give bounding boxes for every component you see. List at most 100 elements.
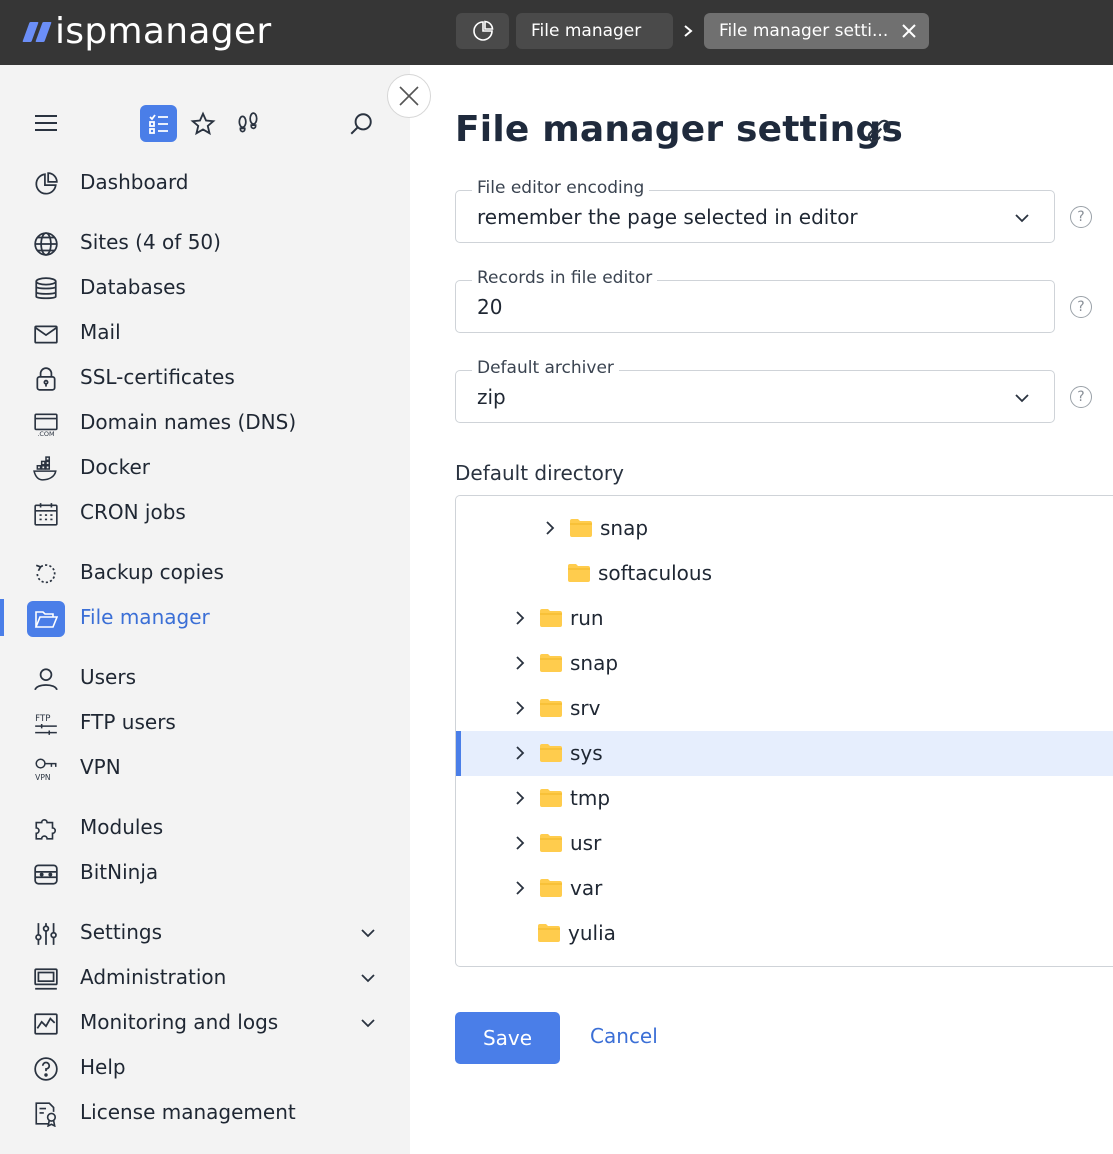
- tree-row[interactable]: usr: [456, 821, 1113, 866]
- sidebar-item-label: Administration: [80, 965, 227, 989]
- folder-icon: [540, 879, 562, 897]
- chevron-right-icon[interactable]: [511, 609, 529, 627]
- sidebar-item-bitninja[interactable]: BitNinja: [0, 854, 410, 894]
- sidebar-item-label: Backup copies: [80, 560, 224, 584]
- sidebar-item-dashboard[interactable]: Dashboard: [0, 164, 410, 204]
- sidebar-item-ssl[interactable]: SSL-certificates: [0, 359, 410, 399]
- list-view-button[interactable]: [140, 105, 177, 142]
- chevron-right-icon[interactable]: [541, 519, 559, 537]
- sidebar-item-label: VPN: [80, 755, 121, 779]
- svg-text:VPN: VPN: [35, 773, 50, 782]
- sidebar-item-modules[interactable]: Modules: [0, 809, 410, 849]
- sidebar-item-label: Settings: [80, 920, 163, 944]
- chevron-right-icon[interactable]: [511, 654, 529, 672]
- logo-mark-icon: [22, 22, 52, 42]
- field-value: zip: [477, 385, 506, 409]
- tree-row[interactable]: var: [456, 866, 1113, 911]
- tree-row[interactable]: yulia: [456, 911, 1113, 956]
- footprints-icon[interactable]: [235, 111, 261, 137]
- tree-row[interactable]: snap: [456, 506, 1113, 551]
- sidebar-item-mail[interactable]: Mail: [0, 314, 410, 354]
- chevron-right-icon[interactable]: [511, 744, 529, 762]
- sidebar-item-label: Docker: [80, 455, 151, 479]
- tree-row[interactable]: softaculous: [456, 551, 1113, 596]
- breadcrumb-current-tab[interactable]: File manager setti...: [704, 13, 929, 49]
- records-input[interactable]: Records in file editor 20: [455, 268, 1055, 333]
- tree-row[interactable]: sys: [456, 731, 1113, 776]
- license-icon: [35, 1102, 57, 1127]
- tree-row[interactable]: tmp: [456, 776, 1113, 821]
- directory-tree[interactable]: snap softaculous run snap srv sys tmp usr var yul…: [455, 495, 1113, 967]
- sidebar-item-label: File manager: [80, 605, 210, 629]
- sidebar-item-databases[interactable]: Databases: [0, 269, 410, 309]
- sidebar-item-dns[interactable]: .COM Domain names (DNS): [0, 404, 410, 444]
- tree-item-label: usr: [570, 831, 602, 855]
- sidebar-item-users[interactable]: Users: [0, 659, 410, 699]
- field-value: remember the page selected in editor: [477, 205, 858, 229]
- logo-text: ispmanager: [55, 10, 272, 52]
- chevron-down-icon[interactable]: [358, 923, 378, 943]
- sidebar-item-vpn[interactable]: VPN VPN: [0, 749, 410, 789]
- tree-row[interactable]: run: [456, 596, 1113, 641]
- chevron-right-icon[interactable]: [511, 834, 529, 852]
- sidebar-item-help[interactable]: Help: [0, 1049, 410, 1089]
- bitninja-icon: [34, 864, 58, 885]
- sidebar-item-license[interactable]: License management: [0, 1094, 410, 1134]
- link-icon[interactable]: [865, 117, 893, 145]
- sidebar-item-docker[interactable]: Docker: [0, 449, 410, 489]
- archiver-select[interactable]: Default archiver zip: [455, 358, 1055, 423]
- encoding-select[interactable]: File editor encoding remember the page s…: [455, 178, 1055, 243]
- folder-open-icon: [27, 601, 65, 637]
- chevron-right-icon[interactable]: [511, 789, 529, 807]
- tree-row[interactable]: snap: [456, 641, 1113, 686]
- sidebar-item-label: Mail: [80, 320, 121, 344]
- sidebar-item-ftp-users[interactable]: FTP FTP users: [0, 704, 410, 744]
- logo[interactable]: ispmanager: [22, 8, 272, 54]
- tree-item-label: var: [570, 876, 603, 900]
- top-bar: ispmanager File manager File manager set…: [0, 0, 1113, 65]
- breadcrumb-file-manager[interactable]: File manager: [516, 13, 673, 49]
- chevron-down-icon[interactable]: [358, 1013, 378, 1033]
- help-icon[interactable]: ?: [1070, 386, 1092, 408]
- user-icon: [34, 668, 58, 691]
- chevron-down-icon[interactable]: [358, 968, 378, 988]
- field-value: 20: [477, 295, 503, 319]
- close-sidebar-button[interactable]: [387, 74, 431, 118]
- close-tab-icon[interactable]: [899, 21, 919, 41]
- field-label: Default archiver: [472, 358, 619, 378]
- vpn-icon: VPN: [35, 758, 57, 782]
- help-icon[interactable]: ?: [1070, 296, 1092, 318]
- star-icon[interactable]: [190, 111, 216, 137]
- chevron-right-icon[interactable]: [511, 879, 529, 897]
- help-icon[interactable]: ?: [1070, 206, 1092, 228]
- sidebar-item-file-manager[interactable]: File manager: [0, 599, 410, 639]
- database-icon: [35, 277, 57, 300]
- tree-row[interactable]: srv: [456, 686, 1113, 731]
- menu-icon[interactable]: [34, 113, 58, 133]
- tree-item-label: snap: [570, 651, 619, 675]
- search-icon[interactable]: [348, 111, 374, 137]
- breadcrumb-label: File manager setti...: [719, 21, 889, 41]
- backup-icon: [35, 564, 56, 584]
- list-icon: [148, 113, 168, 134]
- cancel-button[interactable]: Cancel: [590, 1024, 658, 1048]
- sidebar-item-cron[interactable]: CRON jobs: [0, 494, 410, 534]
- sidebar-item-label: FTP users: [80, 710, 176, 734]
- sidebar-item-administration[interactable]: Administration: [0, 959, 410, 999]
- field-label: File editor encoding: [472, 178, 650, 198]
- sidebar-item-monitoring[interactable]: Monitoring and logs: [0, 1004, 410, 1044]
- breadcrumb-home-button[interactable]: [456, 13, 509, 49]
- sidebar-item-sites[interactable]: Sites (4 of 50): [0, 224, 410, 264]
- sidebar-item-settings[interactable]: Settings: [0, 914, 410, 954]
- chevron-right-icon[interactable]: [511, 699, 529, 717]
- folder-icon: [538, 924, 560, 942]
- sidebar-item-backup[interactable]: Backup copies: [0, 554, 410, 594]
- sidebar: Dashboard Sites (4 of 50) Databases Mail…: [0, 65, 410, 1154]
- folder-icon: [540, 654, 562, 672]
- sliders-icon: [35, 923, 57, 945]
- save-button[interactable]: Save: [455, 1012, 560, 1064]
- folder-icon: [540, 609, 562, 627]
- dns-icon: .COM: [34, 413, 58, 437]
- sidebar-item-label: Sites (4 of 50): [80, 230, 221, 254]
- calendar-icon: [34, 503, 58, 526]
